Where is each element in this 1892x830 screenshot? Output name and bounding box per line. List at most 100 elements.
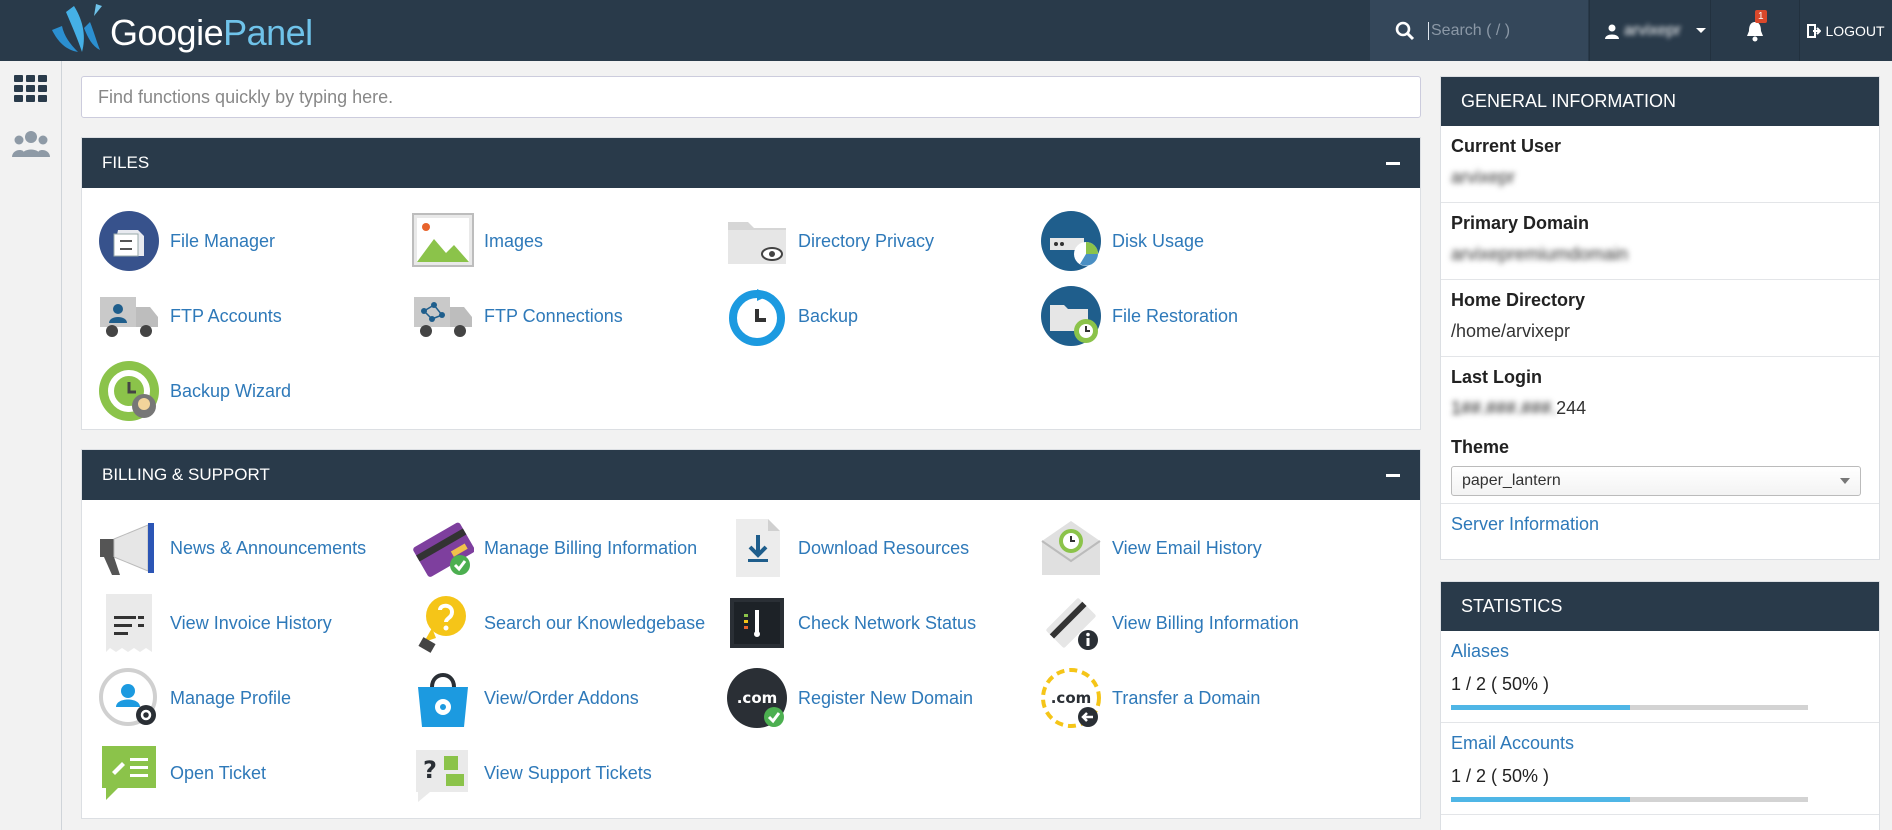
- knowledgebase-link[interactable]: Search our Knowledgebase: [412, 592, 712, 654]
- svg-text:?: ?: [423, 756, 437, 784]
- last-login-value-hidden: 1##.###.###.: [1451, 398, 1557, 418]
- invoice-icon: [98, 592, 160, 654]
- news-announcements-label: News & Announcements: [170, 537, 367, 558]
- knowledgebase-label: Search our Knowledgebase: [484, 612, 706, 633]
- register-domain-link[interactable]: .com Register New Domain: [726, 667, 1026, 729]
- theme-label: Theme: [1451, 437, 1510, 457]
- network-status-label: Check Network Status: [798, 612, 977, 633]
- billing-info-label: View Billing Information: [1112, 612, 1299, 633]
- search-icon: [1395, 21, 1415, 40]
- transfer-domain-link[interactable]: .com Transfer a Domain: [1040, 667, 1340, 729]
- statistics-header: STATISTICS: [1441, 582, 1879, 631]
- ftp-accounts-link[interactable]: FTP Accounts: [98, 285, 398, 347]
- svg-text:.com: .com: [1051, 689, 1092, 707]
- order-addons-link[interactable]: View/Order Addons: [412, 667, 712, 729]
- collapse-files-button[interactable]: [1386, 153, 1402, 173]
- function-search-input[interactable]: [81, 76, 1421, 118]
- chevron-down-icon: [1695, 27, 1706, 33]
- top-search-input[interactable]: [1428, 21, 1578, 40]
- billing-info-link[interactable]: View Billing Information: [1040, 592, 1340, 654]
- stat-aliases-progress: [1451, 705, 1808, 710]
- logo-mark-icon: [44, 0, 116, 61]
- current-user-value: arvixepr: [1451, 167, 1516, 187]
- email-history-icon: [1040, 517, 1102, 579]
- file-manager-icon: [98, 210, 160, 272]
- manage-billing-label: Manage Billing Information: [484, 537, 698, 558]
- apps-grid-icon[interactable]: [12, 73, 50, 109]
- directory-privacy-link[interactable]: Directory Privacy: [726, 210, 1026, 272]
- file-manager-link[interactable]: File Manager: [98, 210, 398, 272]
- stat-email-accounts-progress: [1451, 797, 1808, 802]
- billing-panel-title: BILLING & SUPPORT: [102, 465, 270, 484]
- file-restoration-link[interactable]: File Restoration: [1040, 285, 1340, 347]
- logout-icon: [1807, 23, 1822, 38]
- logo[interactable]: GoogiePanel: [44, 0, 313, 61]
- top-bar: GoogiePanel arvixepr 1 LOGOUT: [0, 0, 1892, 61]
- directory-privacy-icon: [726, 210, 788, 272]
- theme-select[interactable]: paper_lantern: [1451, 466, 1861, 496]
- home-directory-value: /home/arvixepr: [1451, 321, 1571, 341]
- network-status-link[interactable]: Check Network Status: [726, 592, 1026, 654]
- ftp-connections-link[interactable]: FTP Connections: [412, 285, 712, 347]
- file-restoration-icon: [1040, 285, 1102, 347]
- current-user-row: Current User arvixepr: [1441, 126, 1879, 203]
- register-domain-label: Register New Domain: [798, 687, 974, 708]
- billing-info-icon: [1040, 592, 1102, 654]
- logout-label: LOGOUT: [1825, 22, 1885, 39]
- download-resources-link[interactable]: Download Resources: [726, 517, 1026, 579]
- disk-usage-icon: [1040, 210, 1102, 272]
- directory-privacy-label: Directory Privacy: [798, 230, 935, 251]
- stat-email-accounts-value: 1 / 2 ( 50% ): [1451, 766, 1550, 786]
- backup-wizard-icon: [98, 360, 160, 422]
- backup-icon: [726, 285, 788, 347]
- download-icon: [726, 517, 788, 579]
- billing-support-panel: BILLING & SUPPORT News & Announcements M…: [81, 449, 1421, 819]
- backup-wizard-link[interactable]: Backup Wizard: [98, 360, 398, 422]
- email-history-link[interactable]: View Email History: [1040, 517, 1340, 579]
- users-group-icon[interactable]: [12, 127, 50, 163]
- support-tickets-icon: ?: [412, 742, 474, 804]
- open-ticket-link[interactable]: Open Ticket: [98, 742, 398, 804]
- stat-email-accounts-link[interactable]: Email Accounts: [1451, 733, 1574, 753]
- stat-aliases-progress-fill: [1451, 705, 1630, 710]
- logo-text-googie: Googie: [110, 11, 224, 53]
- files-panel-header: FILES: [82, 138, 1420, 188]
- ftp-connections-icon: [412, 285, 474, 347]
- lightbulb-icon: [412, 592, 474, 654]
- register-domain-icon: .com: [726, 667, 788, 729]
- manage-profile-link[interactable]: Manage Profile: [98, 667, 398, 729]
- theme-select-value: paper_lantern: [1462, 472, 1561, 489]
- general-information-header: GENERAL INFORMATION: [1441, 77, 1879, 126]
- images-link[interactable]: Images: [412, 210, 712, 272]
- user-menu[interactable]: arvixepr: [1589, 0, 1709, 61]
- stat-aliases-value: 1 / 2 ( 50% ): [1451, 674, 1550, 694]
- ftp-accounts-icon: [98, 285, 160, 347]
- stat-aliases-link[interactable]: Aliases: [1451, 641, 1509, 661]
- profile-icon: [98, 667, 160, 729]
- manage-billing-link[interactable]: Manage Billing Information: [412, 517, 712, 579]
- addons-bag-icon: [412, 667, 474, 729]
- server-information-link[interactable]: Server Information: [1451, 514, 1599, 534]
- ftp-connections-label: FTP Connections: [484, 305, 623, 326]
- support-tickets-link[interactable]: ? View Support Tickets: [412, 742, 712, 804]
- user-icon: [1605, 24, 1619, 39]
- files-panel-title: FILES: [102, 153, 150, 172]
- backup-label: Backup: [798, 305, 859, 326]
- username: arvixepr: [1624, 21, 1681, 39]
- collapse-billing-button[interactable]: [1386, 465, 1402, 485]
- megaphone-icon: [98, 517, 160, 579]
- stat-email-accounts-row: Email Accounts 1 / 2 ( 50% ): [1441, 723, 1879, 815]
- invoice-history-link[interactable]: View Invoice History: [98, 592, 398, 654]
- home-directory-row: Home Directory /home/arvixepr: [1441, 280, 1879, 357]
- last-login-row: Last Login 1##.###.###.244: [1441, 357, 1879, 427]
- disk-usage-link[interactable]: Disk Usage: [1040, 210, 1340, 272]
- transfer-domain-icon: .com: [1040, 667, 1102, 729]
- primary-domain-value: arvixepremiumdomain: [1451, 244, 1629, 264]
- disk-usage-label: Disk Usage: [1112, 230, 1205, 251]
- news-announcements-link[interactable]: News & Announcements: [98, 517, 398, 579]
- top-search-box[interactable]: [1370, 0, 1588, 61]
- backup-link[interactable]: Backup: [726, 285, 1026, 347]
- current-user-label: Current User: [1451, 136, 1562, 156]
- logout-button[interactable]: LOGOUT: [1799, 0, 1892, 61]
- notifications-button[interactable]: 1: [1710, 0, 1798, 61]
